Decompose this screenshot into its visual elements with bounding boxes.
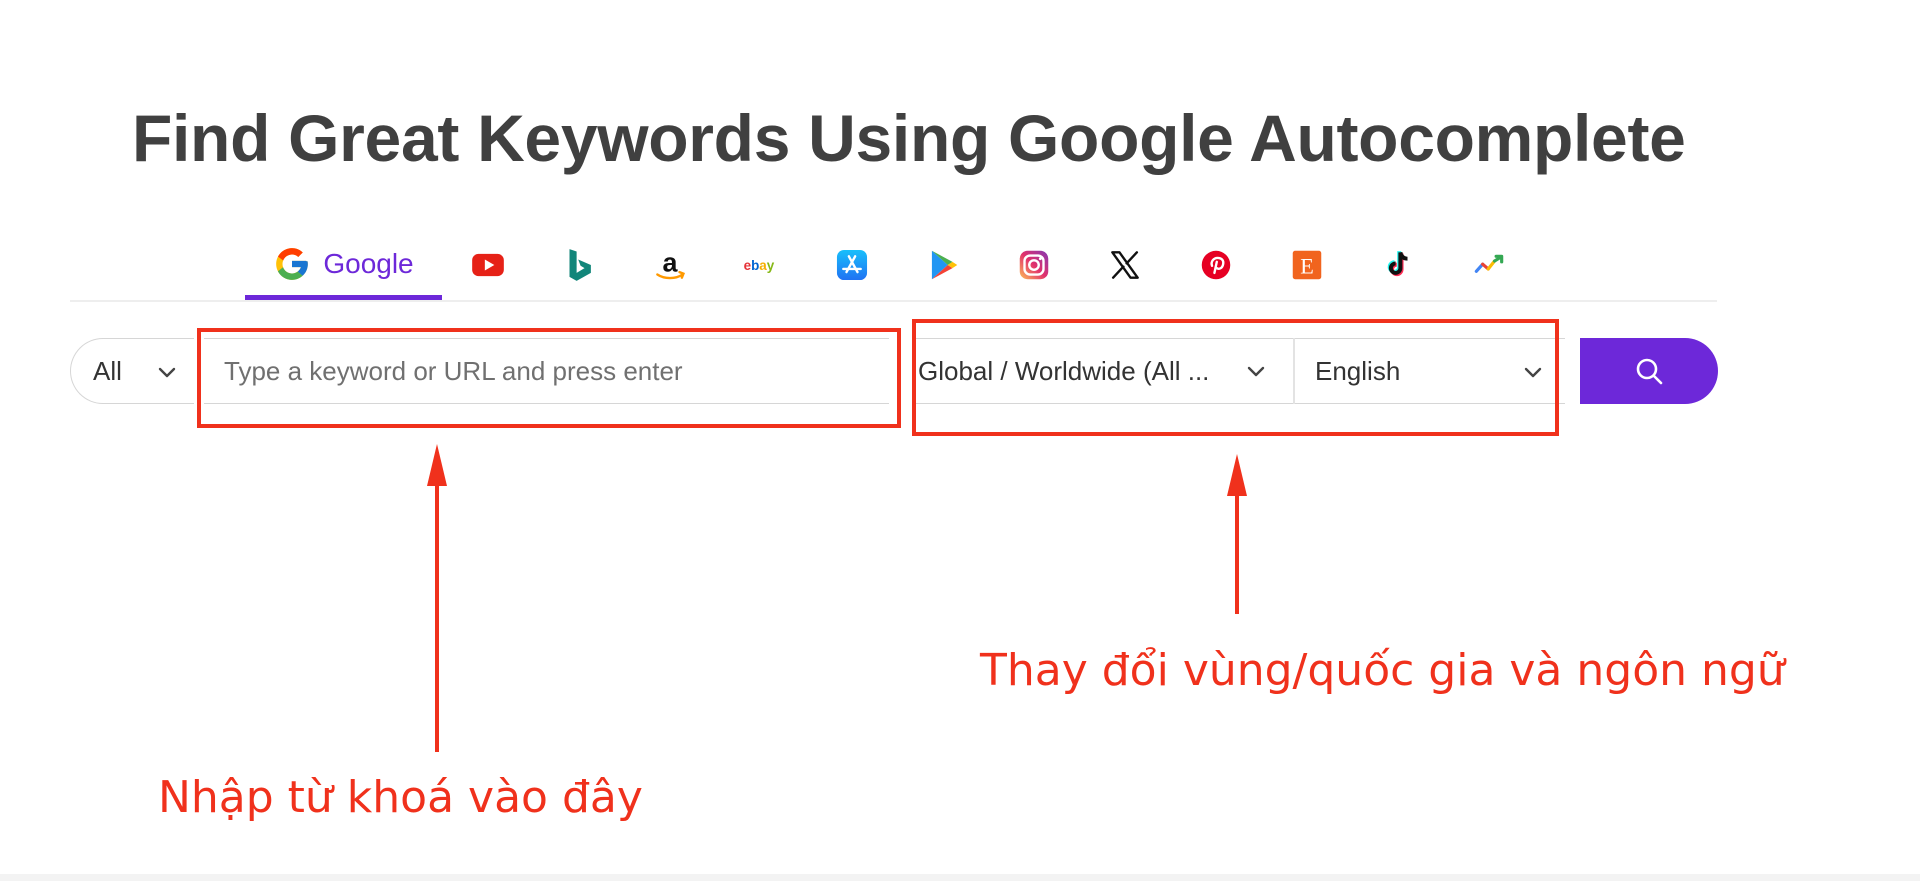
- filter-value: All: [93, 355, 122, 386]
- tiktok-icon: [1379, 246, 1417, 284]
- tab-tiktok[interactable]: [1352, 236, 1443, 300]
- tab-amazon[interactable]: a: [624, 236, 715, 300]
- keyword-arrow-icon: [427, 444, 447, 752]
- instagram-icon: [1015, 246, 1053, 284]
- youtube-icon: [469, 246, 507, 284]
- chevron-down-icon: [158, 367, 176, 378]
- search-button[interactable]: [1580, 338, 1718, 404]
- tab-play-store[interactable]: [897, 236, 988, 300]
- etsy-icon: E: [1288, 246, 1326, 284]
- tab-instagram[interactable]: [988, 236, 1079, 300]
- locale-annotation: Thay đổi vùng/quốc gia và ngôn ngữ: [980, 645, 1785, 696]
- play-store-icon: [924, 246, 962, 284]
- tab-bing[interactable]: [533, 236, 624, 300]
- pinterest-icon: [1197, 246, 1235, 284]
- keyword-annotation: Nhập từ khoá vào đây: [158, 772, 643, 823]
- page-title: Find Great Keywords Using Google Autocom…: [132, 101, 1686, 175]
- svg-text:E: E: [1300, 254, 1314, 279]
- tab-google-label: Google: [323, 247, 414, 279]
- tab-youtube[interactable]: [442, 236, 533, 300]
- app-store-icon: [833, 246, 871, 284]
- filter-select[interactable]: All: [70, 338, 194, 404]
- svg-text:a: a: [662, 247, 678, 277]
- tab-trends[interactable]: [1443, 236, 1534, 300]
- footer-strip: [0, 874, 1920, 881]
- locale-callout-box: [912, 319, 1559, 436]
- keyword-callout-box: [197, 328, 901, 428]
- x-icon: [1106, 246, 1144, 284]
- source-tabs: Google a ebay E: [245, 236, 1534, 300]
- tab-pinterest[interactable]: [1170, 236, 1261, 300]
- tab-ebay[interactable]: ebay: [715, 236, 806, 300]
- tab-app-store[interactable]: [806, 236, 897, 300]
- trends-icon: [1470, 246, 1508, 284]
- tab-etsy[interactable]: E: [1261, 236, 1352, 300]
- svg-text:ebay: ebay: [743, 258, 774, 273]
- tab-x[interactable]: [1079, 236, 1170, 300]
- bing-icon: [560, 246, 598, 284]
- ebay-icon: ebay: [742, 246, 780, 284]
- google-icon: [273, 245, 311, 283]
- amazon-icon: a: [651, 246, 689, 284]
- locale-arrow-icon: [1227, 454, 1247, 614]
- search-icon: [1636, 358, 1663, 385]
- tabs-divider: [70, 300, 1717, 302]
- tab-google[interactable]: Google: [245, 236, 442, 300]
